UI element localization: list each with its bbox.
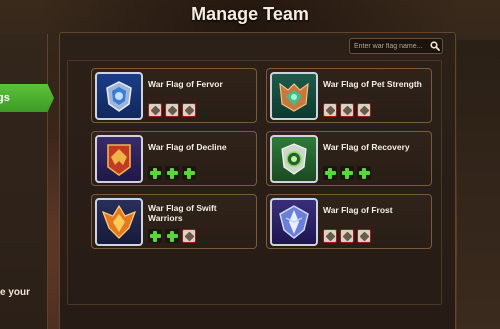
flag-name: War Flag of Pet Strength <box>323 79 422 89</box>
flag-name: War Flag of Decline <box>148 142 227 152</box>
flag-card[interactable]: War Flag of Decline <box>91 131 257 186</box>
rune-slot[interactable] <box>182 229 196 243</box>
add-slot-button[interactable] <box>357 166 371 180</box>
rune-slot[interactable] <box>165 103 179 117</box>
flag-card[interactable]: War Flag of Fervor <box>91 68 257 123</box>
search-box[interactable] <box>349 38 443 54</box>
rune-slot[interactable] <box>323 229 337 243</box>
page-title: Manage Team <box>191 4 309 24</box>
flag-name: War Flag of Swift Warriors <box>148 203 217 223</box>
side-tab-label: gs <box>0 92 10 104</box>
add-slot-button[interactable] <box>182 166 196 180</box>
side-panel-text: e your <box>0 287 31 298</box>
flag-name: War Flag of Recovery <box>323 142 410 152</box>
flag-name: War Flag of Frost <box>323 205 393 215</box>
rune-slot[interactable] <box>357 103 371 117</box>
rune-slot[interactable] <box>357 229 371 243</box>
fervor-flag-icon <box>95 72 143 120</box>
pet-strength-flag-icon <box>270 72 318 120</box>
rune-slot[interactable] <box>148 103 162 117</box>
search-input[interactable] <box>354 42 428 50</box>
rune-slot[interactable] <box>182 103 196 117</box>
add-slot-button[interactable] <box>323 166 337 180</box>
background-right <box>457 40 500 329</box>
add-slot-button[interactable] <box>148 166 162 180</box>
add-slot-button[interactable] <box>165 166 179 180</box>
swift-warriors-flag-icon <box>95 198 143 246</box>
rune-slot[interactable] <box>340 229 354 243</box>
slot-row <box>148 229 196 243</box>
flag-card[interactable]: War Flag of Swift Warriors <box>91 194 257 249</box>
add-slot-button[interactable] <box>148 229 162 243</box>
slot-row <box>148 166 196 180</box>
side-tab[interactable]: gs <box>0 84 54 112</box>
search-icon[interactable] <box>430 41 440 51</box>
flag-name: War Flag of Fervor <box>148 79 223 89</box>
side-panel <box>0 34 48 329</box>
flag-card[interactable]: War Flag of Pet Strength <box>266 68 432 123</box>
decline-flag-icon <box>95 135 143 183</box>
slot-row <box>323 229 371 243</box>
slot-row <box>323 103 371 117</box>
slot-row <box>323 166 371 180</box>
flag-card[interactable]: War Flag of Frost <box>266 194 432 249</box>
recovery-flag-icon <box>270 135 318 183</box>
flag-card[interactable]: War Flag of Recovery <box>266 131 432 186</box>
slot-row <box>148 103 196 117</box>
add-slot-button[interactable] <box>165 229 179 243</box>
rune-slot[interactable] <box>323 103 337 117</box>
frost-flag-icon <box>270 198 318 246</box>
add-slot-button[interactable] <box>340 166 354 180</box>
rune-slot[interactable] <box>340 103 354 117</box>
